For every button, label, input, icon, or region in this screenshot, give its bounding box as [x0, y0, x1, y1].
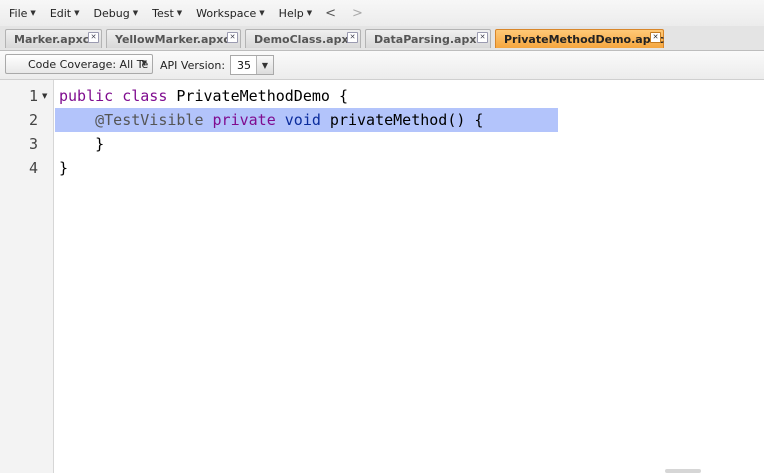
tab-privatemethoddemo[interactable]: PrivateMethodDemo.apxc ✕	[495, 29, 664, 48]
menu-help-label: Help	[278, 6, 304, 20]
tab-label: Marker.apxc	[14, 32, 90, 46]
close-icon[interactable]: ✕	[88, 32, 99, 43]
tab-label: YellowMarker.apxc	[115, 32, 230, 46]
line-number-gutter: 1 ▼ 2 3 4	[0, 80, 54, 473]
chevron-down-icon: ▼	[141, 59, 147, 67]
editor-toolbar: Code Coverage: All Te ▼ API Version: 35 …	[0, 51, 764, 80]
menu-debug[interactable]: Debug ▼	[85, 0, 144, 26]
code-token: }	[59, 159, 69, 177]
tab-label: DataParsing.apxc	[374, 32, 483, 46]
file-tab-bar: Marker.apxc ✕ YellowMarker.apxc ✕ DemoCl…	[0, 26, 764, 51]
menu-test-label: Test	[152, 6, 174, 20]
close-icon[interactable]: ✕	[477, 32, 488, 43]
close-icon[interactable]: ✕	[227, 32, 238, 43]
line-number: 4	[28, 159, 38, 177]
menu-bar: File ▼ Edit ▼ Debug ▼ Test ▼ Workspace ▼ Help…	[0, 0, 764, 26]
tab-dataparsing[interactable]: DataParsing.apxc ✕	[365, 29, 491, 48]
code-coverage-dropdown[interactable]: Code Coverage: All Te ▼	[5, 54, 153, 74]
menu-file[interactable]: File ▼	[0, 0, 41, 26]
fold-arrow-icon[interactable]: ▼	[42, 92, 47, 100]
code-token: class	[122, 87, 168, 105]
code-token: }	[59, 135, 105, 153]
line-number: 1	[28, 87, 38, 105]
menu-workspace[interactable]: Workspace ▼	[187, 0, 270, 26]
chevron-down-icon: ▼	[132, 9, 139, 17]
tab-democlass[interactable]: DemoClass.apxc ✕	[245, 29, 361, 48]
chevron-down-icon: ▼	[30, 9, 36, 17]
menu-file-label: File	[9, 6, 28, 20]
api-version-value: 35	[237, 58, 251, 72]
code-line[interactable]: @TestVisible private void privateMethod(…	[59, 108, 483, 132]
code-editor[interactable]: 1 ▼ 2 3 4 public class PrivateMethodDemo…	[0, 80, 764, 473]
menu-edit-label: Edit	[49, 6, 72, 20]
tab-label: DemoClass.apxc	[254, 32, 356, 46]
tab-yellowmarker[interactable]: YellowMarker.apxc ✕	[106, 29, 241, 48]
menu-edit[interactable]: Edit ▼	[41, 0, 85, 26]
chevron-down-icon: ▼	[74, 9, 80, 17]
chevron-down-icon[interactable]: ▼	[256, 56, 273, 74]
chevron-down-icon: ▼	[259, 9, 265, 17]
close-icon[interactable]: ✕	[650, 32, 661, 43]
menu-debug-label: Debug	[93, 6, 130, 20]
back-arrow-button[interactable]: <	[317, 0, 344, 26]
api-version-select[interactable]: 35 ▼	[230, 55, 274, 75]
code-token: PrivateMethodDemo {	[167, 87, 348, 105]
line-number: 2	[28, 111, 38, 129]
tab-marker[interactable]: Marker.apxc ✕	[5, 29, 102, 48]
code-token: privateMethod() {	[320, 111, 484, 129]
api-version-label: API Version:	[160, 59, 226, 72]
code-line[interactable]: }	[59, 156, 68, 180]
code-token: public	[59, 87, 114, 105]
chevron-down-icon: ▼	[306, 9, 313, 17]
menu-test[interactable]: Test ▼	[143, 0, 187, 26]
horizontal-scrollbar[interactable]	[665, 469, 701, 473]
line-number: 3	[28, 135, 38, 153]
close-icon[interactable]: ✕	[347, 32, 358, 43]
code-line[interactable]: }	[59, 132, 104, 156]
code-coverage-label: Code Coverage: All Te	[28, 57, 149, 71]
tab-label: PrivateMethodDemo.apxc	[504, 32, 665, 46]
menu-workspace-label: Workspace	[196, 6, 257, 20]
code-token: void	[284, 111, 321, 129]
code-token: @TestVisible	[95, 111, 204, 129]
forward-arrow-button[interactable]: >	[344, 0, 371, 26]
code-line[interactable]: public class PrivateMethodDemo {	[59, 84, 348, 108]
chevron-down-icon: ▼	[176, 9, 183, 17]
code-token: private	[212, 111, 276, 129]
menu-help[interactable]: Help ▼	[270, 0, 317, 26]
